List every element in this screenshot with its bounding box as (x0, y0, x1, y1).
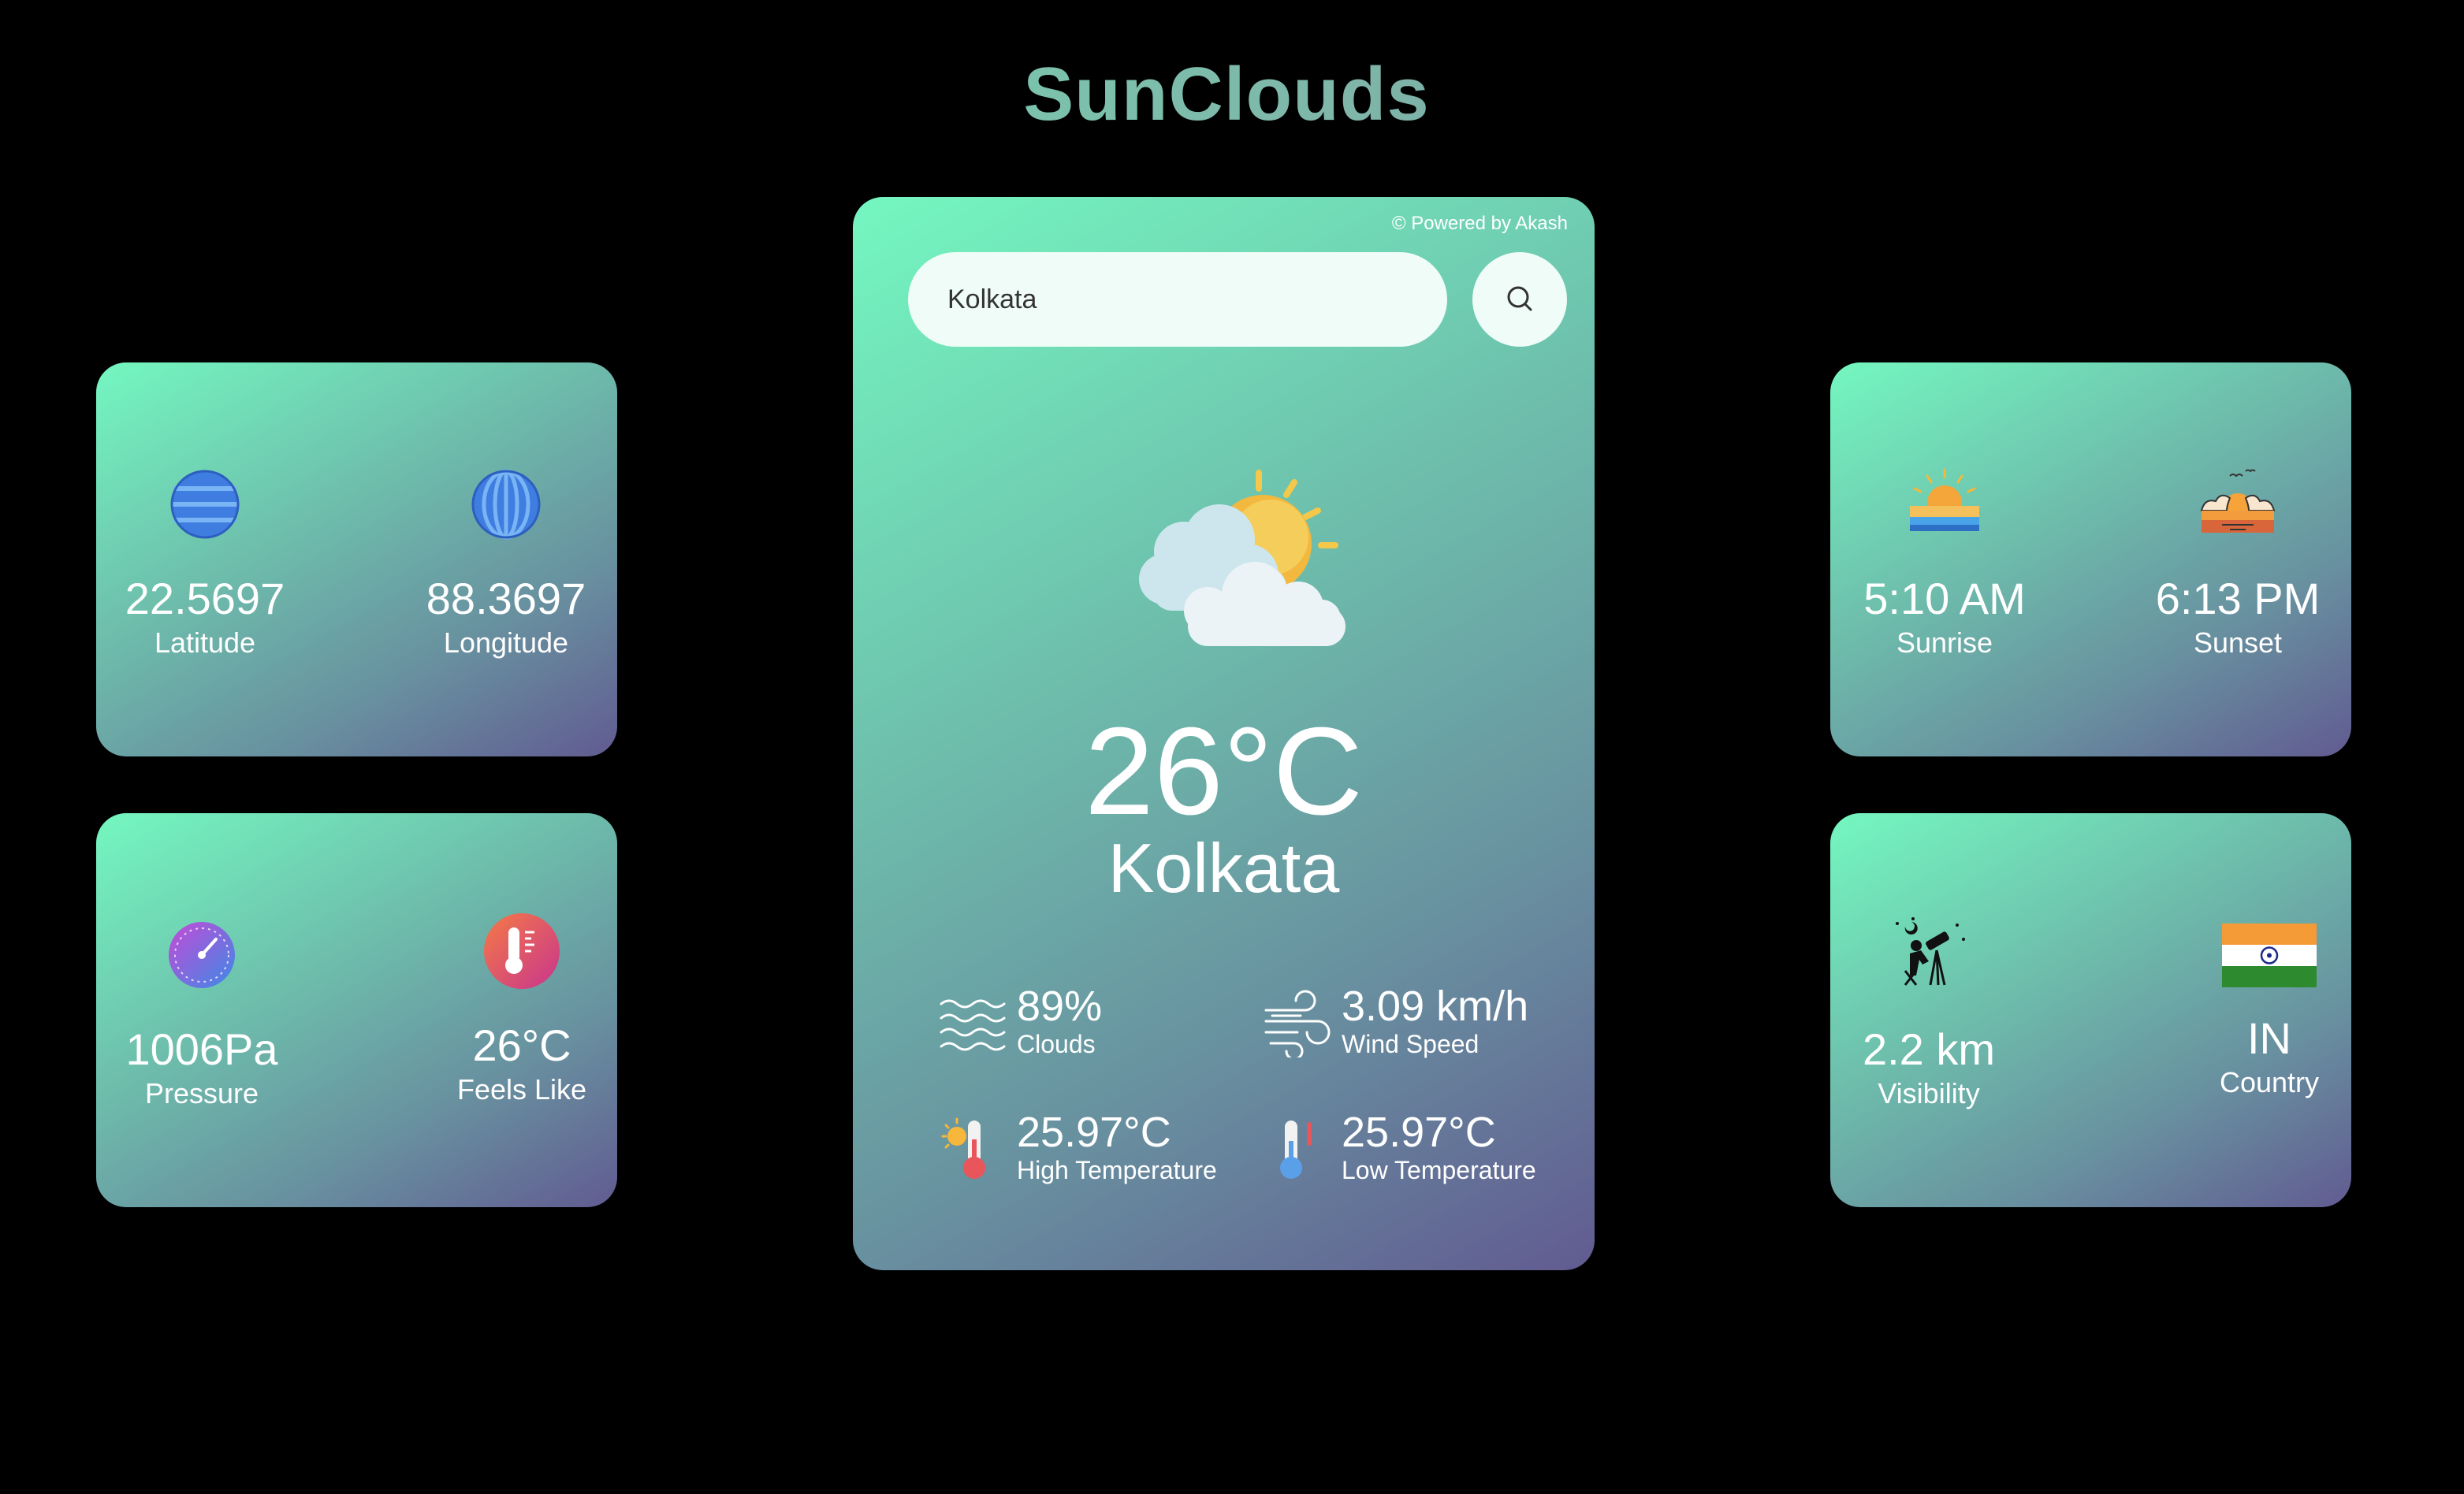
wind-icon (1264, 990, 1331, 1057)
visibility-item: 2.2 km Visibility (1818, 916, 2039, 1109)
globe-meridian-icon (471, 469, 541, 540)
pressure-value: 1006Pa (125, 1024, 278, 1074)
search-button[interactable] (1472, 252, 1567, 347)
visibility-label: Visibility (1878, 1077, 1980, 1109)
sunset-icon (2200, 469, 2276, 533)
sun-times-card: 5:10 AM Sunrise 6:13 PM Sunset (1830, 362, 2351, 756)
country-item: IN Country (2159, 916, 2380, 1098)
search-icon (1507, 286, 1532, 311)
longitude-label: Longitude (443, 626, 569, 659)
low-temp-value: 25.97°C (1342, 1109, 1496, 1156)
sunset-item: 6:13 PM Sunset (2127, 465, 2348, 659)
visibility-value: 2.2 km (1862, 1024, 1996, 1074)
pressure-item: 1006Pa Pressure (91, 916, 312, 1109)
wind-value: 3.09 km/h (1342, 983, 1529, 1030)
gauge-icon (169, 922, 235, 988)
sunrise-value: 5:10 AM (1863, 574, 2026, 623)
hot-thermometer-icon (941, 1117, 985, 1179)
feels-like-label: Feels Like (456, 1073, 587, 1106)
clouds-value: 89% (1017, 983, 1103, 1030)
longitude-value: 88.3697 (426, 574, 586, 623)
atmosphere-card: 1006Pa Pressure 26°C Feels Like (96, 813, 617, 1207)
powered-by-text: © Powered by Akash (1391, 213, 1568, 234)
current-temperature: 26°C (1084, 702, 1364, 841)
feels-like-value: 26°C (472, 1020, 571, 1070)
city-name: Kolkata (1107, 829, 1340, 907)
latitude-value: 22.5697 (125, 574, 285, 623)
high-temp-value: 25.97°C (1017, 1109, 1171, 1156)
low-temp-stat: 25.97°C Low Temperature (1261, 1111, 1536, 1184)
partly-cloudy-icon (1139, 470, 1346, 646)
wind-label: Wind Speed (1342, 1030, 1480, 1058)
wind-stat: 3.09 km/h Wind Speed (1261, 985, 1528, 1058)
globe-striped-icon (170, 470, 240, 539)
city-search-input[interactable]: Kolkata (908, 252, 1447, 347)
high-temp-stat: 25.97°C High Temperature (936, 1111, 1217, 1184)
sunrise-icon (1910, 468, 1979, 531)
visibility-country-card: 2.2 km Visibility IN Country (1830, 813, 2351, 1207)
thermometer-badge-icon (484, 913, 560, 989)
country-label: Country (2219, 1066, 2320, 1098)
india-flag-icon (2222, 924, 2317, 987)
country-value: IN (2247, 1013, 2291, 1063)
clouds-stat: 89% Clouds (936, 985, 1102, 1058)
clouds-label: Clouds (1017, 1030, 1096, 1058)
feels-like-item: 26°C Feels Like (411, 912, 632, 1106)
pressure-label: Pressure (144, 1077, 259, 1109)
longitude-item: 88.3697 Longitude (396, 465, 616, 659)
app-title: SunClouds (0, 49, 2453, 139)
sunset-label: Sunset (2193, 626, 2283, 659)
stargazer-telescope-icon (1896, 917, 1965, 986)
waves-icon (940, 999, 1006, 1051)
sunrise-label: Sunrise (1896, 626, 1993, 659)
latitude-item: 22.5697 Latitude (95, 465, 315, 659)
main-weather-card: © Powered by Akash Kolkata 26°C Kolkata … (853, 197, 1595, 1270)
high-temp-label: High Temperature (1017, 1156, 1217, 1184)
sunrise-item: 5:10 AM Sunrise (1834, 465, 2055, 659)
sunset-value: 6:13 PM (2155, 574, 2321, 623)
cold-thermometer-icon (1280, 1120, 1312, 1179)
latitude-label: Latitude (154, 626, 256, 659)
low-temp-label: Low Temperature (1342, 1156, 1536, 1184)
coordinates-card: 22.5697 Latitude 88.3697 Longitude (96, 362, 617, 756)
